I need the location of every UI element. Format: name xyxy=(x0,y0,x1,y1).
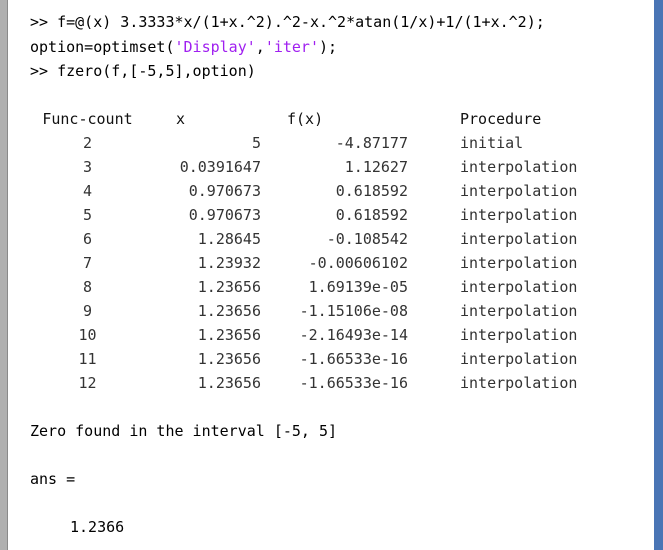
cell-procedure: interpolation xyxy=(460,302,578,320)
cell-x: 1.23656 xyxy=(197,278,261,296)
cell-procedure: interpolation xyxy=(460,326,578,344)
cell-func-count: 2 xyxy=(82,134,93,152)
cell-func-count: 9 xyxy=(82,302,93,320)
left-gutter xyxy=(0,0,8,550)
cell-procedure: interpolation xyxy=(460,230,578,248)
command-text: ); xyxy=(319,38,338,56)
cell-procedure: interpolation xyxy=(460,254,578,272)
prompt: >> xyxy=(30,13,58,31)
cell-x: 0.0391647 xyxy=(179,158,261,176)
cell-procedure: interpolation xyxy=(460,158,578,176)
cell-fx: -4.87177 xyxy=(335,134,408,152)
cell-procedure: interpolation xyxy=(460,350,578,368)
cell-x: 0.970673 xyxy=(188,206,261,224)
cell-func-count: 12 xyxy=(78,374,97,392)
cell-fx: 1.12627 xyxy=(344,158,408,176)
cell-func-count: 4 xyxy=(82,182,93,200)
cell-procedure: interpolation xyxy=(460,206,578,224)
cell-fx: 1.69139e-05 xyxy=(308,278,408,296)
ans-value: 1.2366 xyxy=(70,518,125,536)
header-func-count: Func-count xyxy=(42,110,133,128)
cell-procedure: interpolation xyxy=(460,278,578,296)
cell-procedure: initial xyxy=(460,134,524,152)
cell-fx: -1.66533e-16 xyxy=(299,374,408,392)
command-line-1: >> f=@(x) 3.3333*x/(1+x.^2).^2-x.^2*atan… xyxy=(30,12,545,32)
cell-x: 1.23656 xyxy=(197,326,261,344)
cell-func-count: 3 xyxy=(82,158,93,176)
cell-func-count: 8 xyxy=(82,278,93,296)
header-fx: f(x) xyxy=(287,110,324,128)
command-text: option=optimset( xyxy=(30,38,175,56)
prompt: >> xyxy=(30,62,58,80)
cell-fx: -0.00606102 xyxy=(308,254,408,272)
cell-fx: 0.618592 xyxy=(335,206,408,224)
cell-func-count: 7 xyxy=(82,254,93,272)
console-output: >> f=@(x) 3.3333*x/(1+x.^2).^2-x.^2*atan… xyxy=(30,0,654,550)
cell-fx: -2.16493e-14 xyxy=(299,326,408,344)
command-window[interactable]: >> f=@(x) 3.3333*x/(1+x.^2).^2-x.^2*atan… xyxy=(0,0,663,550)
cell-x: 5 xyxy=(251,134,261,152)
command-line-2: option=optimset('Display','iter'); xyxy=(30,37,337,57)
cell-x: 1.23656 xyxy=(197,302,261,320)
string-literal: 'iter' xyxy=(264,38,319,56)
cell-procedure: interpolation xyxy=(460,182,578,200)
scrollbar[interactable] xyxy=(654,0,663,550)
cell-func-count: 6 xyxy=(82,230,93,248)
cell-func-count: 10 xyxy=(78,326,97,344)
result-message: Zero found in the interval [-5, 5] xyxy=(30,422,338,440)
cell-fx: 0.618592 xyxy=(335,182,408,200)
cell-func-count: 5 xyxy=(82,206,93,224)
command-text: f=@(x) 3.3333*x/(1+x.^2).^2-x.^2*atan(1/… xyxy=(57,13,545,31)
command-text: fzero(f,[-5,5],option) xyxy=(57,62,256,80)
header-procedure: Procedure xyxy=(460,110,542,128)
cell-fx: -1.15106e-08 xyxy=(299,302,408,320)
cell-func-count: 11 xyxy=(78,350,97,368)
string-literal: 'Display' xyxy=(174,38,256,56)
cell-x: 1.23656 xyxy=(197,374,261,392)
ans-label: ans = xyxy=(30,470,76,488)
cell-x: 0.970673 xyxy=(188,182,261,200)
cell-x: 1.23656 xyxy=(197,350,261,368)
cell-x: 1.23932 xyxy=(197,254,261,272)
command-text: , xyxy=(255,38,265,56)
cell-procedure: interpolation xyxy=(460,374,578,392)
command-line-3: >> fzero(f,[-5,5],option) xyxy=(30,61,256,81)
cell-fx: -0.108542 xyxy=(326,230,408,248)
cell-x: 1.28645 xyxy=(197,230,261,248)
cell-fx: -1.66533e-16 xyxy=(299,350,408,368)
header-x: x xyxy=(176,110,186,128)
